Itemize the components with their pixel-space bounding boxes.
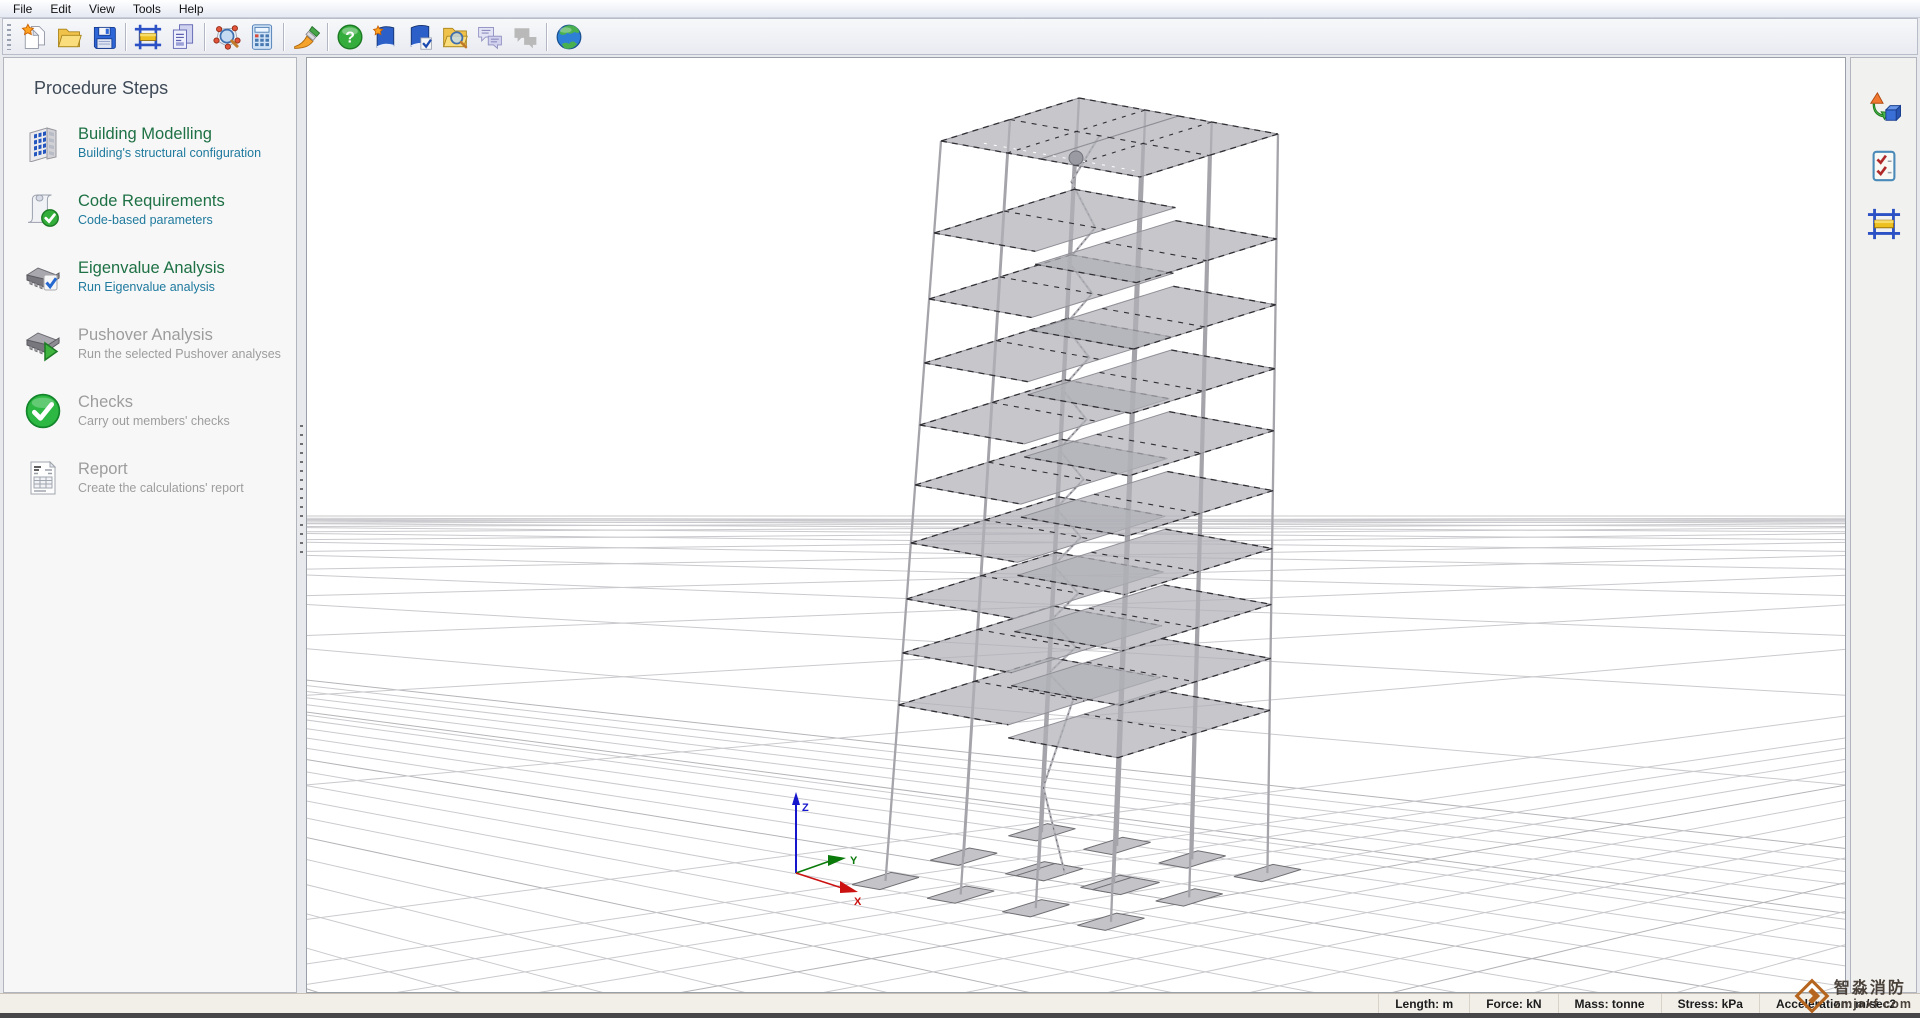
save-project-button[interactable]	[86, 20, 121, 53]
step-subtitle: Create the calculations' report	[78, 481, 244, 495]
3d-viewport[interactable]: Z Y X	[306, 57, 1846, 993]
new-document-icon	[20, 23, 48, 51]
checklist-icon	[1867, 149, 1901, 183]
status-mass: Mass: tonne	[1558, 994, 1661, 1013]
floor-slabs	[899, 98, 1278, 758]
procedure-step-eigenvalue-analysis[interactable]: Eigenvalue Analysis Run Eigenvalue analys…	[4, 243, 296, 310]
procedure-step-pushover-analysis[interactable]: Pushover Analysis Run the selected Pushov…	[4, 310, 296, 377]
3d-scene: Z Y X	[307, 58, 1845, 992]
chat-icon	[476, 23, 504, 51]
main-toolbar: ?	[2, 18, 1918, 55]
watermark-title: 智淼消防	[1834, 981, 1912, 998]
examples-button[interactable]	[437, 20, 472, 53]
view-toolbar	[1850, 57, 1917, 993]
help-icon: ?	[336, 23, 364, 51]
calculator-icon	[248, 23, 276, 51]
toolbar-separator	[283, 23, 284, 51]
procedure-step-code-requirements[interactable]: Code Requirements Code-based parameters	[4, 176, 296, 243]
feedback-button[interactable]	[507, 20, 542, 53]
scroll-check-icon	[24, 191, 62, 229]
procedure-steps-panel: Procedure Steps Building ModellingBuildi…	[3, 57, 297, 993]
watermark-logo-icon	[1794, 978, 1830, 1014]
tutorial-button[interactable]	[367, 20, 402, 53]
panel-splitter[interactable]	[297, 57, 306, 993]
frame-gold-icon	[1867, 207, 1901, 241]
toolbar-separator	[327, 23, 328, 51]
svg-text:X: X	[854, 896, 862, 908]
deformed-shape-icon	[1867, 91, 1901, 125]
toolbar-grip[interactable]	[7, 24, 11, 50]
globe-icon	[555, 23, 583, 51]
chip-run-icon	[24, 325, 62, 363]
menu-item-view[interactable]: View	[80, 1, 124, 17]
building-icon	[24, 124, 62, 162]
menu-item-help[interactable]: Help	[170, 1, 213, 17]
report-doc-icon	[24, 459, 62, 497]
book-star-icon	[371, 23, 399, 51]
model-view-button[interactable]	[209, 20, 244, 53]
format-brush-button[interactable]	[288, 20, 323, 53]
performance-criteria-button[interactable]	[1866, 148, 1902, 184]
step-subtitle: Run Eigenvalue analysis	[78, 280, 225, 294]
status-stress: Stress: kPa	[1661, 994, 1759, 1013]
step-subtitle: Run the selected Pushover analyses	[78, 347, 281, 361]
watermark: 智淼消防 zmjaxf.com	[1794, 978, 1912, 1014]
report-button[interactable]	[165, 20, 200, 53]
procedure-step-building-modelling[interactable]: Building Modelling Building's structural …	[4, 109, 296, 176]
step-subtitle: Code-based parameters	[78, 213, 225, 227]
status-bar: Length: mForce: kNMass: tonneStress: kPa…	[0, 993, 1920, 1013]
report-pages-icon	[169, 23, 197, 51]
folder-search-icon	[441, 23, 469, 51]
step-title: Report	[78, 460, 244, 479]
manual-button[interactable]	[402, 20, 437, 53]
menu-bar: FileEditViewToolsHelp	[0, 0, 1920, 18]
step-title: Pushover Analysis	[78, 326, 281, 345]
splitter-grip-dots	[300, 425, 303, 555]
procedure-steps-list: Building Modelling Building's structural …	[4, 109, 296, 511]
new-project-button[interactable]	[16, 20, 51, 53]
help-button[interactable]: ?	[332, 20, 367, 53]
website-button[interactable]	[551, 20, 586, 53]
model-view-icon	[213, 23, 241, 51]
toolbar-separator	[125, 23, 126, 51]
step-subtitle: Carry out members' checks	[78, 414, 230, 428]
open-project-button[interactable]	[51, 20, 86, 53]
window-edge	[0, 1013, 1920, 1018]
calculator-button[interactable]	[244, 20, 279, 53]
toolbar-separator	[204, 23, 205, 51]
svg-text:?: ?	[345, 29, 355, 46]
frame-elements-button[interactable]	[1866, 206, 1902, 242]
book-check-icon	[406, 23, 434, 51]
feedback-disabled-icon	[511, 23, 539, 51]
menu-item-tools[interactable]: Tools	[124, 1, 170, 17]
open-folder-icon	[55, 23, 83, 51]
display-options-button[interactable]	[1866, 90, 1902, 126]
chip-check-icon	[24, 258, 62, 296]
menu-item-file[interactable]: File	[4, 1, 41, 17]
save-icon	[90, 23, 118, 51]
watermark-text: 智淼消防 zmjaxf.com	[1834, 981, 1912, 1011]
status-length: Length: m	[1378, 994, 1469, 1013]
toolbar-separator	[546, 23, 547, 51]
status-force: Force: kN	[1469, 994, 1557, 1013]
selected-node	[1069, 151, 1083, 165]
building-modeller-button[interactable]	[130, 20, 165, 53]
check-circle-icon	[24, 392, 62, 430]
frame-icon	[134, 23, 162, 51]
menu-item-edit[interactable]: Edit	[41, 1, 80, 17]
axis-triad: Z Y X	[792, 792, 862, 908]
forum-button[interactable]	[472, 20, 507, 53]
step-title: Building Modelling	[78, 125, 261, 144]
step-title: Code Requirements	[78, 192, 225, 211]
step-title: Checks	[78, 393, 230, 412]
svg-text:Y: Y	[850, 855, 858, 867]
procedure-step-report[interactable]: Report Create the calculations' report	[4, 444, 296, 511]
svg-text:Z: Z	[802, 802, 809, 814]
procedure-step-checks[interactable]: Checks Carry out members' checks	[4, 377, 296, 444]
watermark-url: zmjaxf.com	[1834, 998, 1912, 1011]
step-subtitle: Building's structural configuration	[78, 146, 261, 160]
brush-icon	[292, 23, 320, 51]
procedure-steps-title: Procedure Steps	[34, 78, 296, 99]
step-title: Eigenvalue Analysis	[78, 259, 225, 278]
